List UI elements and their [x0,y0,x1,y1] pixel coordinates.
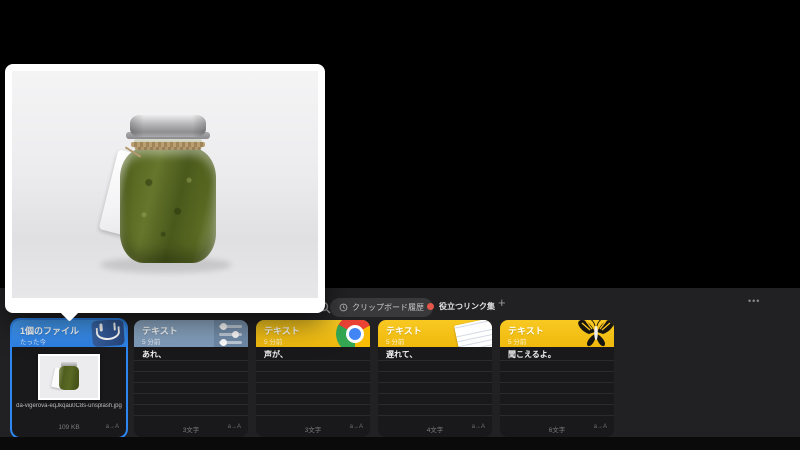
add-pinboard-button[interactable]: + [492,294,512,311]
card-header: テキスト 5 分前 [500,320,614,347]
settings-sliders-icon [214,320,248,347]
card-text-3[interactable]: テキスト 5 分前 遅れて、 4文字 a→A [378,320,492,437]
desktop: クリップボード履歴 役立つリンク集 + ••• 1個のファイル たった今 da-… [0,0,800,450]
card-body: 声が、 [256,347,370,423]
tab-clipboard-history-label: クリップボード履歴 [352,303,424,312]
finder-icon [91,320,125,347]
card-footer: 6文字 a→A [500,424,614,434]
card-body: 遅れて、 [378,347,492,423]
card-text-1[interactable]: テキスト 5 分前 あれ、 3文字 a→A [134,320,248,437]
card-header: テキスト 5 分前 [256,320,370,347]
card-timestamp: 5 分前 [264,339,283,346]
card-snippet: 声が、 [264,350,288,359]
card-timestamp: 5 分前 [142,339,161,346]
card-snippet: 聞こえるよ。 [508,350,556,359]
notepad-icon [453,320,492,347]
jar-twine-strand [135,147,201,150]
card-footer: 4文字 a→A [378,424,492,434]
card-header: テキスト 5 分前 [134,320,248,347]
tab-clipboard-history[interactable]: クリップボード履歴 [330,298,433,317]
text-transform-icon: a→A [471,424,485,430]
card-body: あれ、 [134,347,248,423]
tab-useful-links-label: 役立つリンク集 [439,302,495,311]
card-text-4[interactable]: テキスト 5 分前 聞こえるよ。 6文字 a→A [500,320,614,437]
text-transform-icon: a→A [593,424,607,430]
card-snippet: あれ、 [142,350,167,359]
card-body: da-vigerova-eqJkqau0C8s-unsplash.jpg [12,347,126,423]
card-timestamp: 5 分前 [386,339,405,346]
chrome-icon [336,320,370,347]
preview-photo [12,71,318,298]
panel-bottom-strip [0,437,800,450]
preview-popup [5,64,325,322]
history-icon [339,303,348,312]
card-timestamp: たった今 [20,339,46,346]
text-transform-icon: a→A [105,424,119,430]
card-body: 聞こえるよ。 [500,347,614,423]
tab-useful-links[interactable]: 役立つリンク集 [427,301,495,312]
clipboard-items-row: 1個のファイル たった今 da-vigerova-eqJkqau0C8s-uns… [12,320,614,437]
red-dot-icon [427,303,434,310]
card-timestamp: 5 分前 [508,339,527,346]
file-name: da-vigerova-eqJkqau0C8s-unsplash.jpg [16,403,122,409]
card-snippet: 遅れて、 [386,350,418,359]
card-footer: 109 KB a→A [12,424,126,434]
jar-lid [130,115,206,137]
text-transform-icon: a→A [349,424,363,430]
jar-pesto-texture [120,148,216,263]
card-header: テキスト 5 分前 [378,320,492,347]
card-text-2[interactable]: テキスト 5 分前 声が、 3文字 a→A [256,320,370,437]
card-footer: 3文字 a→A [256,424,370,434]
card-header: 1個のファイル たった今 [12,320,126,347]
file-thumbnail [38,354,100,400]
card-file[interactable]: 1個のファイル たった今 da-vigerova-eqJkqau0C8s-uns… [12,320,126,437]
more-options-button[interactable]: ••• [742,295,766,307]
card-footer: 3文字 a→A [134,424,248,434]
text-transform-icon: a→A [227,424,241,430]
butterfly-icon [578,320,614,347]
